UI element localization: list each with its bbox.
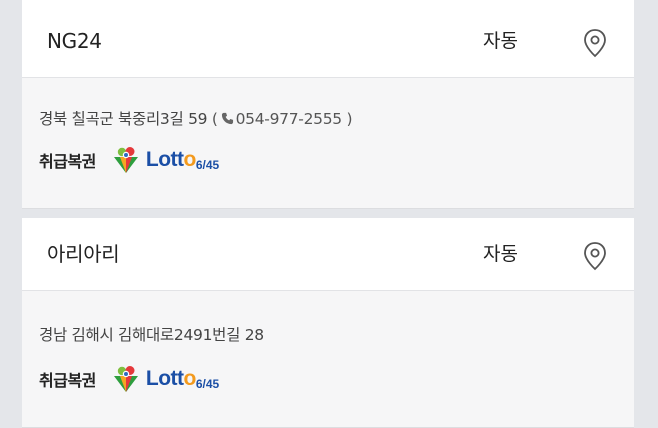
purchase-mode: 자동 (483, 30, 518, 52)
store-card-header: 아리아리 자동 (22, 218, 634, 291)
lotto-wordmark: Lotto (145, 148, 196, 171)
address-text: 경북 칠곡군 북중리3길 59 (39, 110, 208, 128)
map-pin-icon[interactable] (582, 28, 608, 58)
store-card-header: NG24 자동 (22, 0, 634, 78)
phone-number[interactable]: 054-977-2555 (236, 110, 343, 128)
phone-paren-close: ) (346, 110, 353, 128)
store-card: NG24 자동 경북 칠곡군 북중리3길 59 (054-977-2555 ) … (22, 0, 634, 209)
lottery-types-row: 취급복권 Lotto 6/45 (39, 144, 219, 176)
purchase-mode: 자동 (483, 243, 518, 265)
lotto-wordmark-sub: 6/45 (195, 377, 220, 391)
lotto-645-logo: Lotto 6/45 (110, 145, 219, 175)
store-name: NG24 (47, 29, 102, 53)
store-name: 아리아리 (47, 242, 120, 266)
map-pin-icon[interactable] (582, 241, 608, 271)
store-card: 아리아리 자동 경남 김해시 김해대로2491번길 28 취급복권 Lotto (22, 218, 634, 428)
lotto-wordmark: Lotto (145, 367, 196, 390)
store-address: 경남 김해시 김해대로2491번길 28 (39, 323, 264, 345)
phone-group: (054-977-2555 ) (211, 110, 353, 128)
address-text: 경남 김해시 김해대로2491번길 28 (39, 326, 264, 344)
lottery-types-row: 취급복권 Lotto 6/45 (39, 363, 219, 395)
lotto-ball-icon (113, 147, 138, 173)
store-address: 경북 칠곡군 북중리3길 59 (054-977-2555 ) (39, 107, 352, 129)
lotto-ball-icon (113, 366, 138, 392)
lottery-types-label: 취급복권 (39, 152, 96, 171)
phone-paren-open: ( (211, 110, 218, 128)
phone-icon (221, 112, 233, 125)
lotto-645-logo: Lotto 6/45 (110, 364, 219, 394)
lottery-types-label: 취급복권 (39, 371, 96, 390)
lotto-wordmark-sub: 6/45 (195, 158, 220, 172)
